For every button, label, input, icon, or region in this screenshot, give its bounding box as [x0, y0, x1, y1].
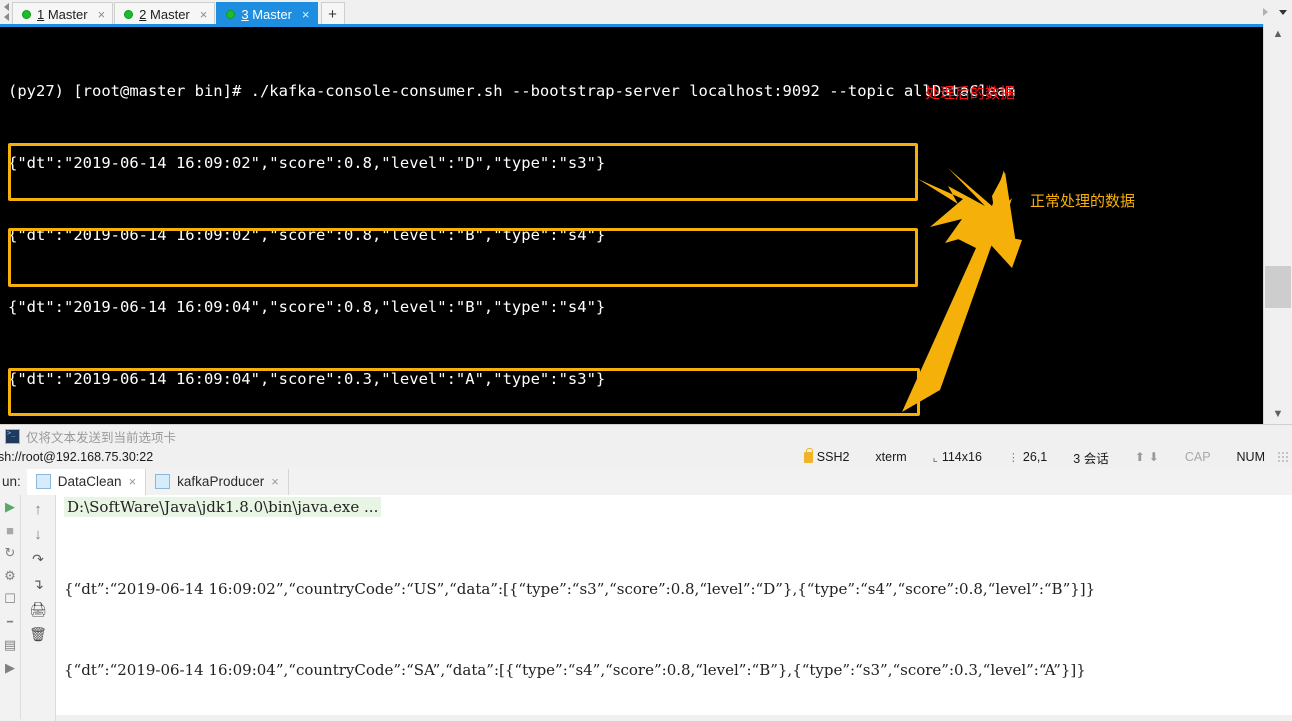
- status-emulation: xterm: [875, 450, 907, 464]
- console-command-line: D:\SoftWare\Java\jdk1.8.0\bin\java.exe .…: [64, 497, 382, 517]
- class-file-icon: [35, 474, 51, 489]
- scrollbar-thumb[interactable]: [1265, 266, 1291, 308]
- terminal-panel: (py27) [root@master bin]# ./kafka-consol…: [0, 24, 1292, 424]
- run-icon[interactable]: ▶: [2, 499, 18, 515]
- terminal-tab-strip: 1 Master × 2 Master × 3 Master × +: [0, 0, 1292, 25]
- terminal-screen[interactable]: (py27) [root@master bin]# ./kafka-consol…: [0, 27, 1264, 424]
- close-icon[interactable]: ×: [302, 8, 310, 21]
- terminal-tab-3-num: 3: [241, 6, 249, 22]
- ide-run-panel: un: DataClean × kafkaProducer × ▶ ■ ↻ ⚙ …: [0, 468, 1292, 721]
- scroll-down-icon[interactable]: ↓: [30, 526, 46, 543]
- terminal-line: {"dt":"2019-06-14 16:09:02","score":0.8,…: [8, 226, 606, 244]
- status-connection: sh://root@192.168.75.30:22: [0, 450, 154, 464]
- ide-run-tab-bar: un: DataClean × kafkaProducer ×: [0, 468, 1292, 496]
- terminal-tab-2[interactable]: 2 Master ×: [114, 2, 216, 25]
- print-icon[interactable]: 🖨: [29, 601, 47, 617]
- scroll-up-icon[interactable]: ↑: [30, 501, 46, 518]
- terminal-line: (py27) [root@master bin]# ./kafka-consol…: [8, 82, 1016, 100]
- console-line: {“dt”:“2019-06-14 16:09:04”,“countryCode…: [64, 661, 1086, 679]
- scrollbar-track[interactable]: [1264, 44, 1292, 404]
- terminal-line: {"dt":"2019-06-14 16:09:02","score":0.8,…: [8, 154, 606, 172]
- console-line: {“dt”:“2019-06-14 16:09:02”,“countryCode…: [64, 580, 1096, 598]
- status-dot-icon: [226, 9, 236, 19]
- close-icon[interactable]: ×: [271, 474, 279, 489]
- status-traffic-cell: ⬆ ⬇: [1135, 450, 1159, 464]
- expand-icon[interactable]: ▶: [2, 660, 18, 676]
- status-dot-icon: [22, 9, 31, 19]
- close-icon[interactable]: ×: [200, 8, 208, 21]
- scroll-down-icon[interactable]: ▼: [1264, 404, 1292, 424]
- terminal-output: (py27) [root@master bin]# ./kafka-consol…: [8, 31, 1016, 424]
- status-protocol: SSH2: [816, 450, 850, 464]
- cursor-pos-icon: ⋮: [1007, 451, 1019, 464]
- run-label: un:: [2, 474, 21, 489]
- layout-icon[interactable]: ▤: [2, 637, 18, 653]
- status-sessions: 3 会话: [1073, 451, 1109, 466]
- status-bar: sh://root@192.168.75.30:22 SSH2 xterm ⌞ …: [0, 446, 1292, 469]
- terminal-line: {"dt":"2019-06-14 16:09:04","score":0.3,…: [8, 370, 606, 388]
- close-icon[interactable]: ×: [98, 8, 106, 21]
- download-arrow-icon: ⬇: [1148, 450, 1159, 464]
- clear-all-icon[interactable]: 🗑: [29, 626, 47, 642]
- scroll-up-icon[interactable]: ▲: [1264, 24, 1292, 44]
- ide-run-body: ▶ ■ ↻ ⚙ ☐ ━ ▤ ▶ ↑ ↓ ↷ ↴ 🖨 🗑 D:\SoftWare\…: [0, 495, 1292, 721]
- send-text-bar[interactable]: 仅将文本发送到当前选项卡: [0, 424, 1292, 447]
- ide-console-output[interactable]: D:\SoftWare\Java\jdk1.8.0\bin\java.exe .…: [56, 495, 1280, 715]
- chevron-right-icon[interactable]: [1263, 8, 1269, 16]
- resize-icon: ⌞: [932, 451, 938, 464]
- pin-icon[interactable]: ━: [2, 614, 18, 630]
- status-size: 114x16: [941, 450, 982, 464]
- status-sessions-cell: 3 会话: [1073, 448, 1108, 467]
- status-dot-icon: [124, 9, 134, 19]
- scroll-to-end-icon[interactable]: ↴: [30, 576, 46, 592]
- ide-tab-kafkaproducer-label: kafkaProducer: [177, 474, 265, 489]
- status-size-cell: ⌞ 114x16: [933, 450, 982, 464]
- terminal-tab-1[interactable]: 1 Master ×: [12, 2, 114, 25]
- class-file-icon: [155, 474, 171, 489]
- chevron-left-icon: [3, 3, 9, 11]
- status-caps-lock: CAP: [1184, 450, 1211, 464]
- app-window: 1 Master × 2 Master × 3 Master × + (py27…: [0, 0, 1292, 721]
- stop-icon[interactable]: ■: [2, 522, 18, 538]
- settings-icon[interactable]: ☐: [2, 591, 18, 607]
- ide-tab-dataclean[interactable]: DataClean ×: [26, 468, 147, 495]
- ide-tab-dataclean-label: DataClean: [57, 474, 122, 489]
- chevron-left-icon: [3, 13, 9, 21]
- status-num-lock: NUM: [1236, 450, 1265, 464]
- status-emulation-cell: xterm: [875, 450, 906, 464]
- status-cursor-cell: ⋮ 26,1: [1008, 450, 1047, 464]
- soft-wrap-icon[interactable]: ↷: [30, 551, 46, 567]
- close-icon[interactable]: ×: [129, 474, 137, 489]
- ide-console-scrollbar[interactable]: [1280, 495, 1292, 715]
- lock-icon: [803, 447, 813, 463]
- upload-arrow-icon: ⬆: [1134, 450, 1145, 464]
- tab-scroll-left[interactable]: [0, 0, 12, 24]
- ide-tab-kafkaproducer[interactable]: kafkaProducer ×: [146, 468, 289, 495]
- rerun-icon[interactable]: ↻: [2, 545, 18, 561]
- terminal-mini-icon: [5, 428, 20, 444]
- ide-run-toolbar-left: ▶ ■ ↻ ⚙ ☐ ━ ▤ ▶: [0, 495, 21, 719]
- chevron-down-icon[interactable]: [1278, 9, 1287, 15]
- status-cursor: 26,1: [1022, 450, 1048, 464]
- new-tab-button[interactable]: +: [320, 2, 345, 25]
- terminal-scrollbar[interactable]: ▲ ▼: [1263, 24, 1292, 424]
- terminal-tab-3[interactable]: 3 Master ×: [216, 2, 318, 25]
- ide-console-toolbar: ↑ ↓ ↷ ↴ 🖨 🗑: [21, 495, 56, 721]
- thread-dump-icon[interactable]: ⚙: [2, 568, 18, 584]
- terminal-tab-1-label: Master: [44, 6, 88, 22]
- tab-strip-controls: [1258, 0, 1292, 24]
- terminal-tab-2-label: Master: [146, 6, 190, 22]
- send-text-label: 仅将文本发送到当前选项卡: [26, 430, 177, 445]
- resize-grip[interactable]: [1277, 451, 1289, 463]
- console-lines: {“dt”:“2019-06-14 16:09:02”,“countryCode…: [64, 522, 1096, 715]
- terminal-line: {"dt":"2019-06-14 16:09:04","score":0.8,…: [8, 298, 606, 316]
- status-protocol-cell: SSH2: [803, 447, 850, 464]
- terminal-tab-3-label: Master: [248, 6, 292, 22]
